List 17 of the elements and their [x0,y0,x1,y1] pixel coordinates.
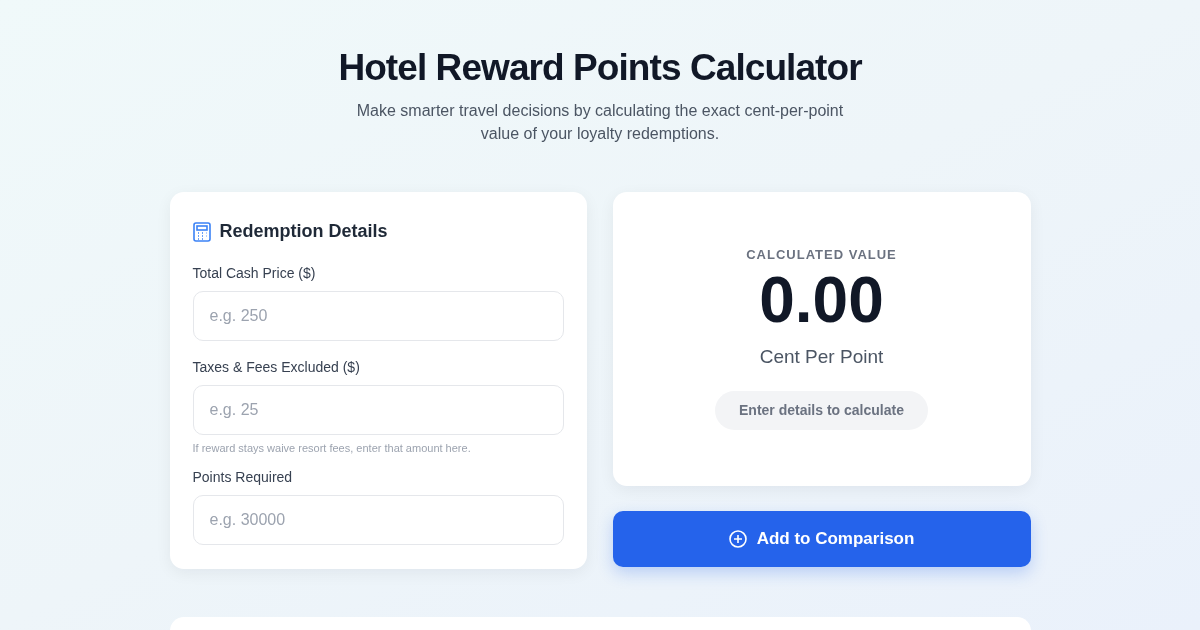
status-pill: Enter details to calculate [715,391,928,430]
calculator-icon [192,221,211,242]
input-field[interactable]: e.g. 30000 [192,494,564,545]
field-hint: If reward stays waive resort fees, enter that amount here. [192,441,472,456]
input-field[interactable]: e.g. 250 [192,291,564,341]
card-title: Redemption Details [219,220,388,243]
plus-circle-icon [728,530,747,548]
page-title: Hotel Reward Points Calculator [338,46,862,90]
input-field[interactable]: e.g. 25 [192,385,564,435]
field-label: Points Required [192,467,294,487]
result-caption: CALCULATED VALUE [746,246,897,264]
result-unit: Cent Per Point [759,344,884,369]
result-value: 0.00 [759,264,884,335]
page-subtitle: Make smarter travel decisions by calculating the exact cent-per-point value of your loyalty redemptions. [355,101,845,144]
add-to-comparison-button[interactable]: Add to Comparison [612,511,1031,567]
field-label: Total Cash Price ($) [192,264,317,283]
field-label: Taxes & Fees Excluded ($) [192,358,361,377]
